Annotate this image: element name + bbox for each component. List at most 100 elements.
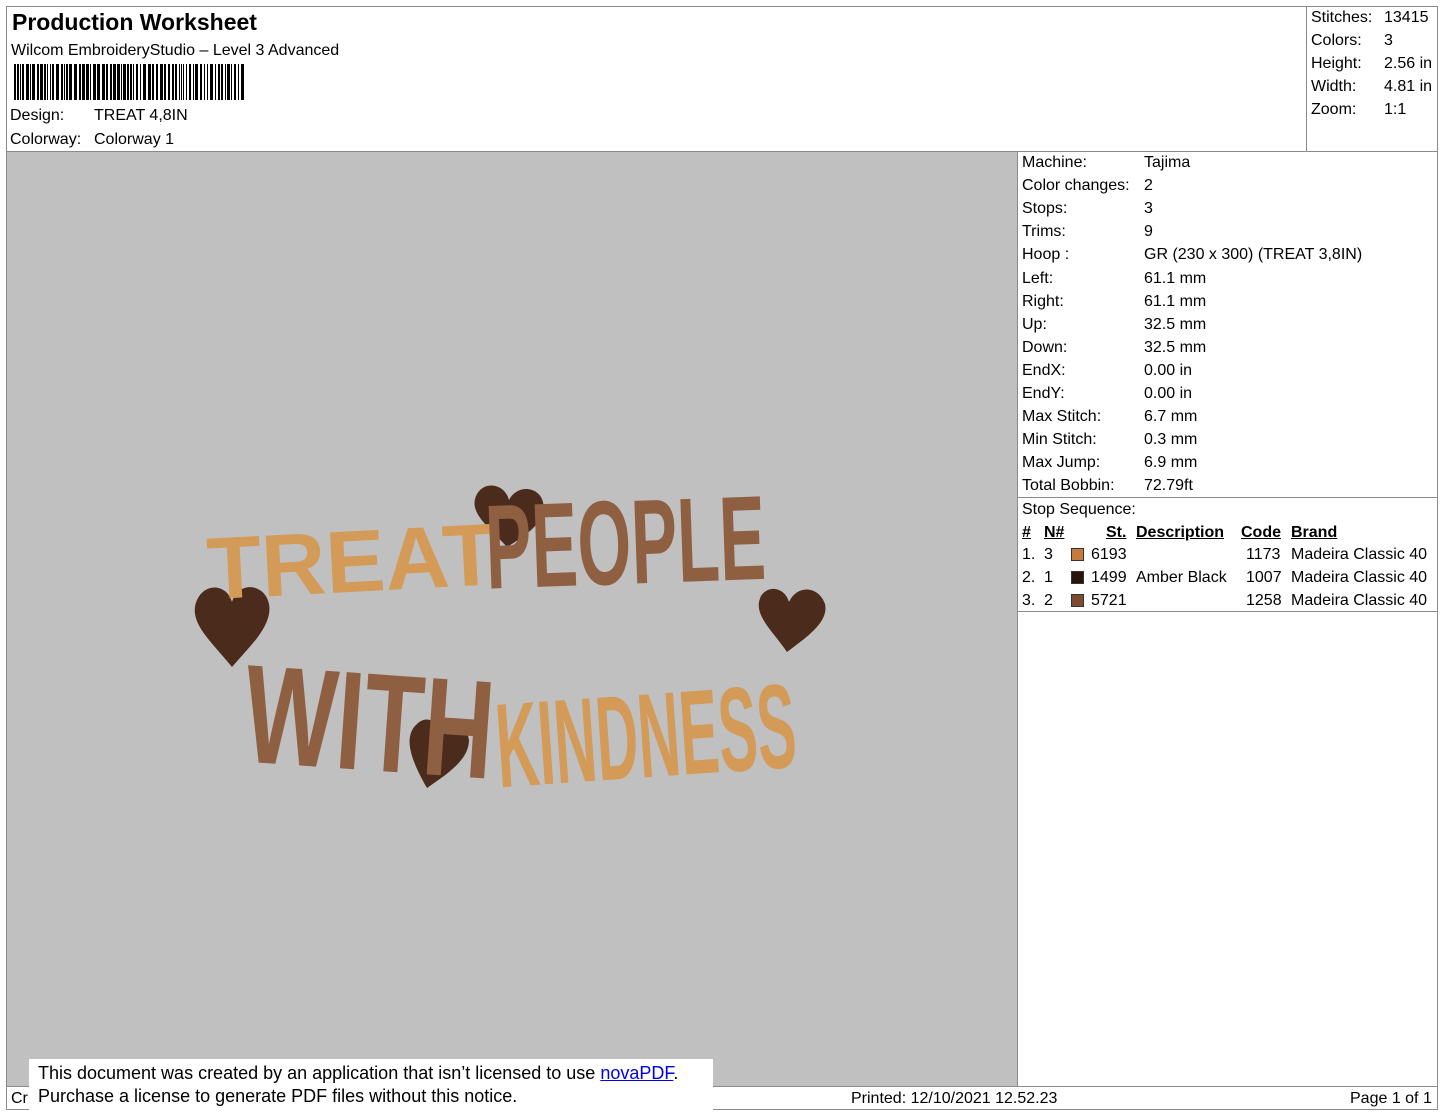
stop-cell-code: 1258	[1246, 592, 1282, 609]
design-word-people: PEOPLE	[483, 471, 768, 615]
summary-label: Width:	[1311, 78, 1357, 95]
barcode-bar	[90, 64, 91, 100]
col-header-description: Description	[1136, 524, 1225, 541]
machine-info-value: 3	[1144, 200, 1153, 218]
page-title: Production Worksheet	[12, 9, 257, 35]
barcode-bar	[127, 64, 129, 100]
stop-cell-n: 1	[1044, 569, 1053, 586]
notice-line-1: This document was created by an applicat…	[38, 1063, 678, 1084]
barcode-bar	[193, 64, 194, 100]
stop-cell-code: 1173	[1246, 546, 1281, 563]
barcode-bar	[64, 64, 65, 100]
stop-cell-n: 3	[1044, 546, 1053, 563]
embroidery-design: TREAT PEOPLE WITH KINDNESS	[194, 471, 826, 813]
thread-color-swatch	[1071, 571, 1084, 584]
machine-info-value: 61.1 mm	[1144, 269, 1207, 287]
design-value: TREAT 4,8IN	[94, 107, 188, 124]
barcode-bar	[32, 64, 35, 100]
heart-right	[758, 588, 826, 652]
stops-divider	[1018, 611, 1438, 612]
col-header-code: Code	[1241, 524, 1281, 541]
machine-info-label: EndY:	[1022, 385, 1065, 402]
machine-info-label: Stops:	[1022, 200, 1068, 218]
machine-info-value: 0.00 in	[1144, 361, 1193, 379]
barcode-bar	[47, 64, 48, 100]
barcode-bar	[133, 64, 134, 100]
barcode-bar	[102, 64, 105, 100]
stop-cell-brand: Madeira Classic 40	[1291, 569, 1428, 586]
summary-value: 3	[1384, 32, 1393, 49]
barcode-bar	[221, 64, 223, 100]
summary-label: Zoom:	[1311, 101, 1357, 118]
machine-info-value: 6.7 mm	[1144, 408, 1198, 426]
machine-info-label: Min Stitch:	[1022, 431, 1097, 449]
machine-info-label: Right:	[1022, 292, 1064, 310]
barcode-bar	[20, 64, 21, 100]
machine-info-label: Max Jump:	[1022, 454, 1101, 472]
thread-color-swatch	[1071, 594, 1084, 607]
footer-page: Page 1 of 1	[1350, 1090, 1432, 1107]
thread-color-swatch	[1071, 548, 1084, 561]
barcode-bar	[130, 64, 132, 100]
summary-value: 1:1	[1384, 101, 1407, 118]
barcode-bar	[44, 64, 46, 100]
barcode-bar	[189, 64, 191, 100]
barcode-bar	[156, 64, 158, 100]
barcode-bar	[168, 64, 170, 100]
barcode-bar	[148, 64, 151, 100]
barcode-bar	[52, 64, 54, 100]
barcode-bar	[117, 64, 120, 100]
machine-info-label: Color changes:	[1022, 177, 1130, 195]
machine-info-label: Left:	[1022, 269, 1054, 287]
barcode-bar	[17, 64, 19, 100]
barcode-bar	[123, 64, 126, 100]
barcode-bar	[97, 64, 100, 100]
stop-cell-brand: Madeira Classic 40	[1291, 546, 1428, 563]
barcode-bar	[121, 64, 122, 100]
barcode-bar	[183, 64, 184, 100]
barcode-bar	[37, 64, 39, 100]
machine-info-label: Hoop :	[1022, 246, 1070, 264]
novapdf-link[interactable]: novaPDF	[600, 1063, 673, 1083]
barcode-bar	[227, 64, 230, 100]
summary-divider	[1306, 7, 1307, 151]
notice-text: This document was created by an applicat…	[38, 1063, 601, 1083]
barcode-bar	[136, 64, 138, 100]
barcode-bar	[30, 64, 31, 100]
machine-info-value: 0.3 mm	[1144, 431, 1198, 449]
barcode-bar	[186, 64, 187, 100]
summary-value: 2.56 in	[1384, 55, 1433, 72]
barcode-bar	[93, 64, 96, 100]
barcode-bar	[86, 64, 89, 100]
colorway-label: Colorway:	[10, 131, 82, 148]
stop-cell-n: 2	[1044, 592, 1053, 609]
barcode-bar	[61, 64, 63, 100]
machine-info-value: 32.5 mm	[1144, 338, 1207, 356]
footer-created: Cr	[11, 1090, 28, 1107]
stop-cell-brand: Madeira Classic 40	[1291, 592, 1428, 609]
barcode-bar	[207, 64, 208, 100]
barcode-bar	[225, 64, 226, 100]
barcode-bar	[143, 64, 146, 100]
stop-cell-st: 1499	[1091, 569, 1127, 586]
machine-info-value: 61.1 mm	[1144, 292, 1207, 310]
barcode-bar	[181, 64, 182, 100]
stop-cell-st: 5721	[1091, 592, 1127, 609]
stop-sequence-title: Stop Sequence:	[1022, 501, 1136, 518]
machine-info-label: Trims:	[1022, 223, 1066, 241]
machine-info-value: Tajima	[1144, 154, 1191, 171]
stop-cell-num: 1.	[1022, 546, 1036, 563]
col-header-brand: Brand	[1291, 524, 1338, 541]
machine-info-label: Up:	[1022, 315, 1047, 333]
barcode-bar	[26, 64, 29, 100]
barcode-bar	[106, 64, 108, 100]
barcode-bar	[164, 64, 166, 100]
stop-cell-code: 1007	[1246, 569, 1282, 586]
col-header-n: N#	[1044, 524, 1065, 541]
summary-label: Stitches:	[1311, 9, 1373, 26]
col-header-st: St.	[1106, 524, 1127, 541]
barcode-bar	[195, 64, 198, 100]
barcode-bar	[56, 64, 59, 100]
panel-divider	[1017, 152, 1018, 1086]
summary-value: 4.81 in	[1384, 78, 1433, 95]
